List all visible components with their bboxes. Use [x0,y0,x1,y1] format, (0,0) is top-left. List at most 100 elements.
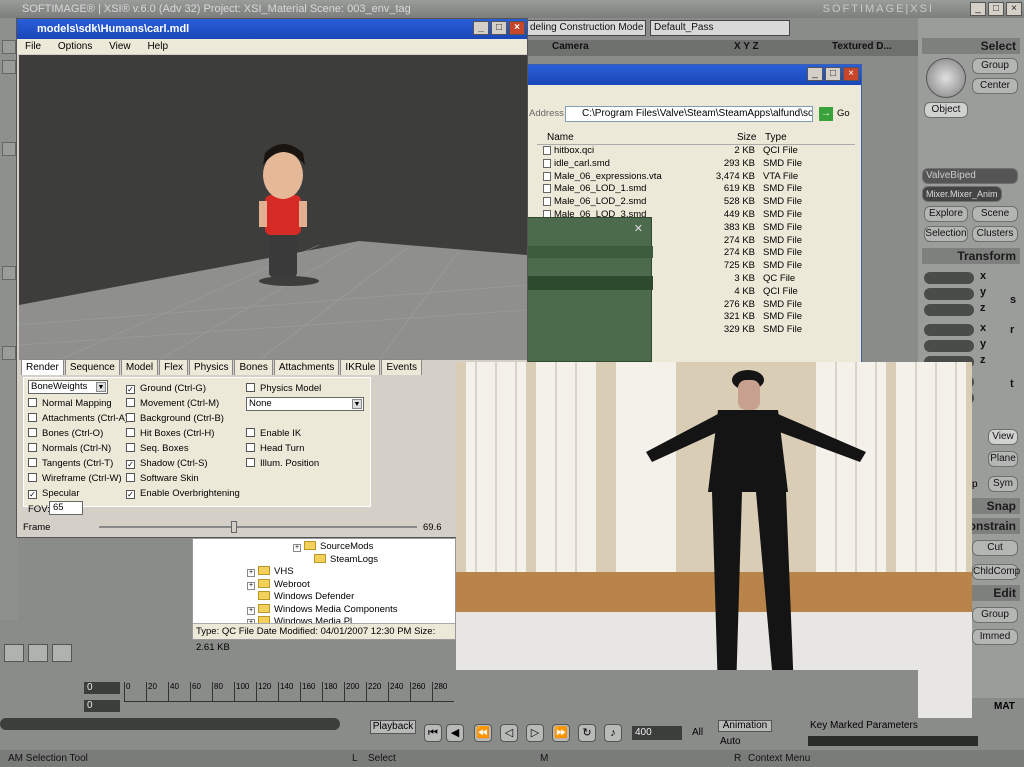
mat-label[interactable]: MAT [994,701,1015,712]
sym-button[interactable]: Sym [988,476,1018,492]
tree-item[interactable]: + SourceMods [293,541,373,552]
audio-icon[interactable]: ♪ [604,724,622,742]
layout-icon[interactable] [4,644,24,662]
end-frame-field[interactable]: 400 [632,726,682,740]
render-option-checkbox[interactable]: ✓ Enable Overbrightening [126,488,240,500]
transform-slot[interactable] [924,272,974,284]
tree-item[interactable]: Windows Defender [247,591,354,602]
address-input[interactable]: C:\Program Files\Valve\Steam\SteamApps\a… [565,106,813,122]
render-option-checkbox[interactable]: Normal Mapping [28,398,112,410]
command-line[interactable] [0,718,340,730]
frame-slider-handle[interactable] [231,521,237,533]
select-arrow-icon[interactable] [926,58,966,98]
key-slider[interactable] [808,736,978,746]
render-option-checkbox[interactable]: Wireframe (Ctrl-W) [28,473,122,485]
tab-physics[interactable]: Physics [189,359,234,375]
construction-mode-combo[interactable]: deling Construction Mode [526,20,646,36]
render-option-checkbox[interactable]: ✓ Shadow (Ctrl-S) [126,458,208,470]
file-row[interactable]: hitbox.qci 2 KB QCI File [537,145,855,158]
layout-icon[interactable] [52,644,72,662]
go-arrow-icon[interactable]: → [819,107,833,121]
display-mode-label[interactable]: Textured D... [832,41,892,52]
maximize-icon[interactable]: □ [491,21,507,35]
maximize-icon[interactable]: □ [825,67,841,81]
go-button[interactable]: Go [837,108,850,119]
tab-render[interactable]: Render [21,359,64,375]
auto-button[interactable]: Auto [720,736,741,747]
file-row[interactable]: idle_carl.smd 293 KB SMD File [537,158,855,171]
center-button[interactable]: Center [972,78,1018,94]
render-option-checkbox[interactable]: Illum. Position [246,458,319,470]
menu-help[interactable]: Help [147,41,168,52]
next-frame-icon[interactable]: ⏩ [552,724,570,742]
plane-button[interactable]: Plane [988,451,1018,467]
tab-ikrule[interactable]: IKRule [340,359,381,375]
left-tool-button[interactable] [2,142,16,156]
file-row[interactable]: Male_06_LOD_1.smd 619 KB SMD File [537,183,855,196]
prev-frame-icon[interactable]: ⏪ [474,724,492,742]
close-icon[interactable]: × [1006,2,1022,16]
fov-input[interactable]: 65 [49,501,83,515]
minimize-icon[interactable]: _ [807,67,823,81]
group-button[interactable]: Group [972,607,1018,623]
expand-icon[interactable]: + [247,606,255,615]
render-option-checkbox[interactable]: Normals (Ctrl-N) [28,443,111,455]
timeline-current-field[interactable]: 0 [84,700,120,712]
immed-button[interactable]: Immed [972,629,1018,645]
expand-icon[interactable]: + [247,569,255,577]
mixer-field[interactable]: Mixer.Mixer_Anim [922,186,1002,202]
tree-item[interactable]: + VHS [247,566,294,577]
tab-sequence[interactable]: Sequence [64,359,120,375]
play-icon[interactable]: ▷ [526,724,544,742]
menu-options[interactable]: Options [58,41,92,52]
tab-attachments[interactable]: Attachments [273,359,340,375]
axes-label[interactable]: X Y Z [734,41,759,52]
tab-flex[interactable]: Flex [159,359,189,375]
minimize-icon[interactable]: _ [473,21,489,35]
timeline-ruler[interactable]: 0 20 40 60 80 100 120 140 160 180 200 220 240 260 280 [124,682,454,702]
render-option-checkbox[interactable]: Enable IK [246,428,301,440]
tab-model[interactable]: Model [120,359,159,375]
maximize-icon[interactable]: □ [988,2,1004,16]
frame-slider[interactable] [99,526,417,528]
play-backward-icon[interactable]: ◁ [500,724,518,742]
minimize-icon[interactable]: _ [970,2,986,16]
close-icon[interactable]: ✕ [634,222,643,235]
physics-model-checkbox[interactable]: Physics Model [246,383,321,395]
transform-slot[interactable] [924,340,974,352]
render-option-checkbox[interactable]: Tangents (Ctrl-T) [28,458,113,470]
3d-viewport[interactable] [19,55,527,360]
render-option-checkbox[interactable]: Background (Ctrl-B) [126,413,224,425]
close-icon[interactable]: × [843,67,859,81]
transform-slot[interactable] [924,324,974,336]
expand-icon[interactable]: + [247,581,255,590]
group-button[interactable]: Group [972,58,1018,74]
column-size[interactable]: Size [737,131,756,145]
tree-item[interactable]: + Windows Media Components [247,603,398,615]
file-row[interactable]: Male_06_expressions.vta 3,474 KB VTA File [537,171,855,184]
left-tool-button[interactable] [2,60,16,74]
scene-button[interactable]: Scene [972,206,1018,222]
explore-button[interactable]: Explore [924,206,968,222]
chldcomp-button[interactable]: ChldComp [972,564,1020,580]
left-tool-button[interactable] [2,346,16,360]
tab-bones[interactable]: Bones [234,359,273,375]
key-marked-parameters[interactable]: Key Marked Parameters [810,720,918,731]
menu-file[interactable]: File [25,41,41,52]
render-option-checkbox[interactable]: Seq. Boxes [126,443,189,455]
menu-view[interactable]: View [109,41,131,52]
animation-button[interactable]: Animation [718,720,772,732]
transform-slot[interactable] [924,304,974,316]
timeline-start-field[interactable]: 0 [84,682,120,694]
tree-item[interactable]: SteamLogs [303,553,378,565]
prev-key-icon[interactable]: ◀ [446,724,464,742]
view-button[interactable]: View [988,429,1018,445]
render-option-checkbox[interactable]: ✓ Specular [28,488,80,500]
valve-biped-field[interactable]: ValveBiped [922,168,1018,184]
column-type[interactable]: Type [765,131,787,145]
layout-icon[interactable] [28,644,48,662]
tree-item[interactable]: + Webroot [247,578,310,590]
camera-label[interactable]: Camera [552,41,589,52]
column-name[interactable]: Name [547,131,574,145]
render-option-checkbox[interactable]: Attachments (Ctrl-A) [28,413,128,425]
